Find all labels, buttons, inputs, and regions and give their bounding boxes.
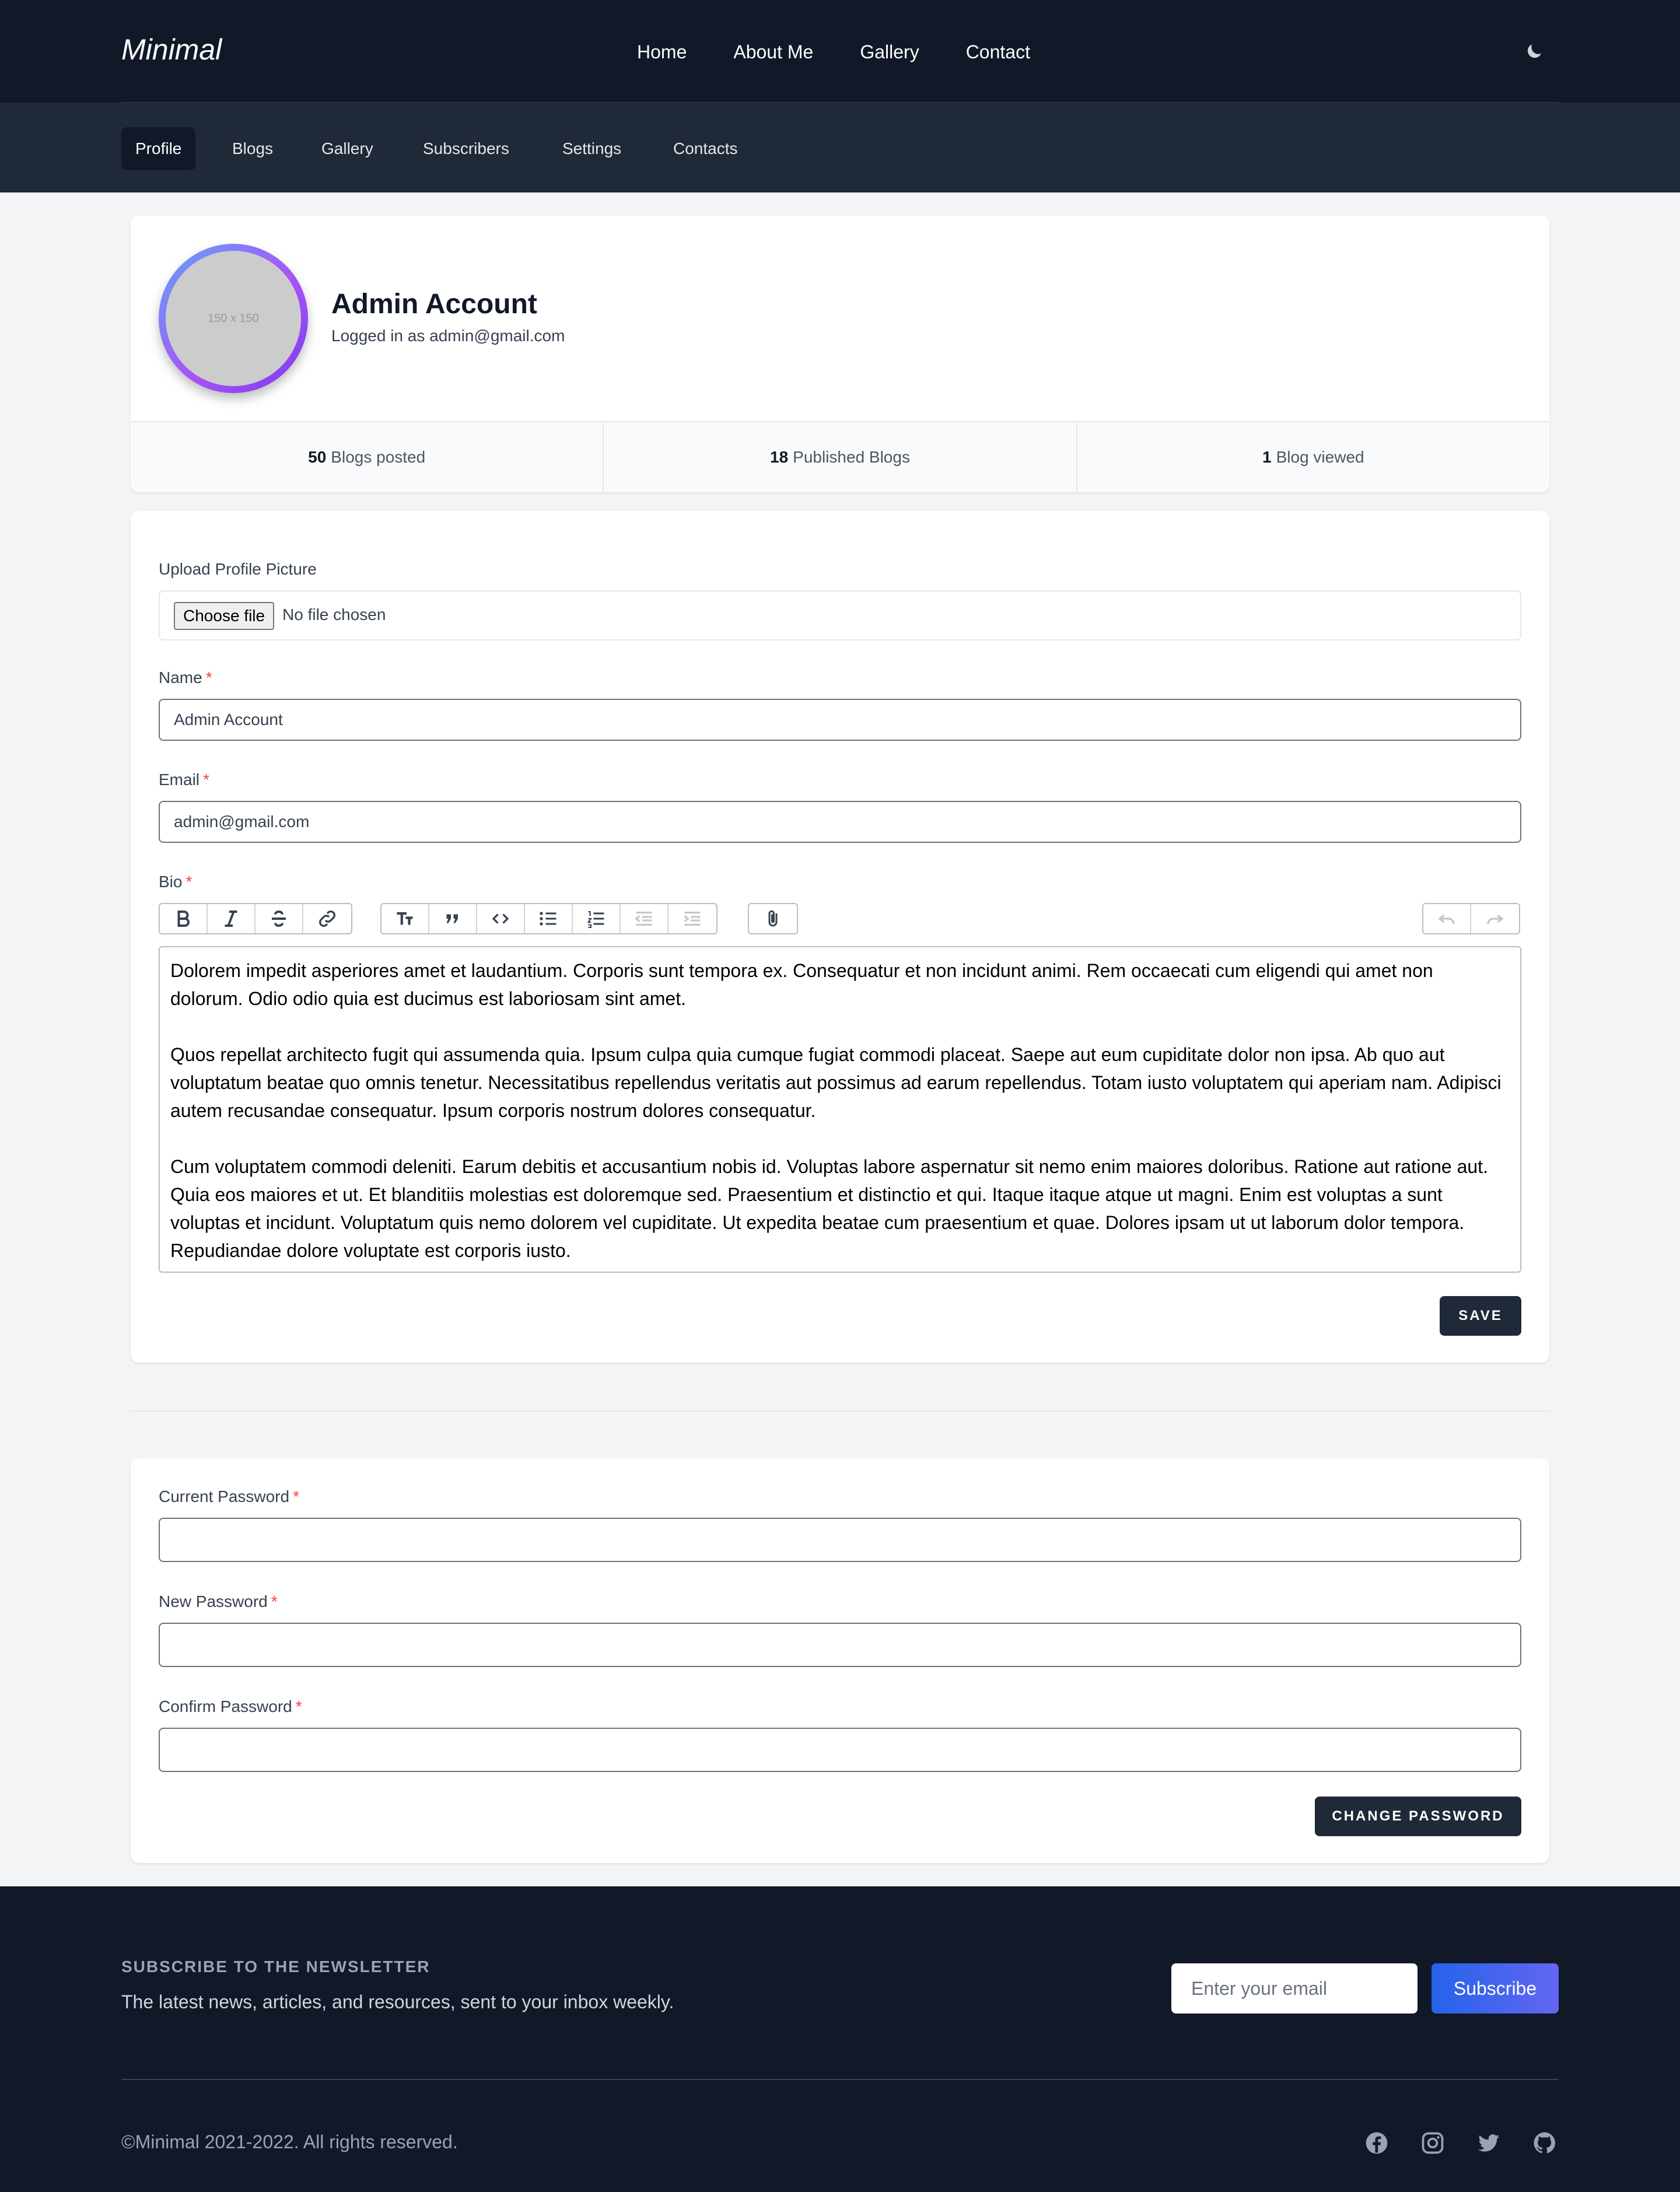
code-icon[interactable] bbox=[477, 904, 525, 933]
tab-gallery[interactable]: Gallery bbox=[307, 127, 387, 170]
current-password-label-text: Current Password bbox=[159, 1487, 290, 1505]
stat-label: Blogs posted bbox=[331, 448, 426, 466]
current-password-field[interactable] bbox=[159, 1518, 1521, 1562]
current-password-label: Current Password * bbox=[159, 1487, 299, 1506]
main-menu: Home About Me Gallery Contact bbox=[637, 38, 1077, 65]
instagram-icon[interactable] bbox=[1420, 2130, 1446, 2156]
bio-paragraph: Quos repellat architecto fugit qui assum… bbox=[170, 1044, 1502, 1121]
required-mark: * bbox=[295, 1697, 302, 1715]
toolbar-history bbox=[1422, 903, 1520, 934]
tab-settings[interactable]: Settings bbox=[548, 127, 635, 170]
profile-stats: 50 Blogs posted 18 Published Blogs 1 Blo… bbox=[131, 421, 1549, 492]
password-card: Current Password * New Password * Confirm … bbox=[131, 1458, 1549, 1863]
stat-blogs-posted: 50 Blogs posted bbox=[131, 422, 604, 492]
facebook-icon[interactable] bbox=[1364, 2130, 1390, 2156]
twitter-icon[interactable] bbox=[1476, 2130, 1502, 2156]
required-mark: * bbox=[293, 1487, 299, 1505]
required-mark: * bbox=[203, 771, 209, 789]
section-divider bbox=[131, 1410, 1549, 1412]
stat-count: 50 bbox=[308, 448, 327, 466]
email-label-text: Email bbox=[159, 771, 200, 789]
confirm-password-field[interactable] bbox=[159, 1728, 1521, 1772]
attach-icon[interactable] bbox=[749, 904, 797, 933]
required-mark: * bbox=[205, 668, 212, 687]
tab-subscribers[interactable]: Subscribers bbox=[409, 127, 523, 170]
brand-logo[interactable]: Minimal bbox=[121, 33, 222, 66]
top-navbar: Minimal Home About Me Gallery Contact bbox=[0, 0, 1680, 103]
stat-count: 18 bbox=[770, 448, 789, 466]
bio-paragraph: Dolorem impedit asperiores amet et lauda… bbox=[170, 960, 1433, 1009]
email-label: Email * bbox=[159, 771, 209, 789]
subscribe-button[interactable]: Subscribe bbox=[1432, 1963, 1559, 2014]
confirm-password-label: Confirm Password * bbox=[159, 1697, 302, 1716]
name-label-text: Name bbox=[159, 668, 202, 687]
save-button[interactable]: SAVE bbox=[1440, 1296, 1521, 1336]
upload-label: Upload Profile Picture bbox=[159, 560, 317, 578]
toolbar-block-styles bbox=[380, 903, 718, 934]
newsletter-description: The latest news, articles, and resources… bbox=[121, 1991, 674, 2012]
email-field[interactable] bbox=[159, 801, 1521, 843]
bio-editor[interactable]: Dolorem impedit asperiores amet et lauda… bbox=[159, 946, 1521, 1273]
avatar: 150 x 150 bbox=[159, 244, 308, 393]
stat-blog-viewed: 1 Blog viewed bbox=[1077, 422, 1549, 492]
stat-published-blogs: 18 Published Blogs bbox=[604, 422, 1077, 492]
github-icon[interactable] bbox=[1532, 2130, 1558, 2156]
profile-card: 150 x 150 Admin Account Logged in as adm… bbox=[131, 216, 1549, 492]
footer: SUBSCRIBE TO THE NEWSLETTER The latest n… bbox=[0, 1886, 1680, 2192]
required-mark: * bbox=[271, 1592, 278, 1610]
avatar-placeholder: 150 x 150 bbox=[166, 251, 301, 386]
required-mark: * bbox=[186, 873, 192, 891]
menu-home[interactable]: Home bbox=[637, 38, 687, 65]
stat-label: Blog viewed bbox=[1276, 448, 1364, 466]
bold-icon[interactable] bbox=[160, 904, 208, 933]
redo-icon[interactable] bbox=[1471, 904, 1519, 933]
tab-blogs[interactable]: Blogs bbox=[218, 127, 287, 170]
confirm-password-label-text: Confirm Password bbox=[159, 1697, 292, 1715]
stat-count: 1 bbox=[1262, 448, 1272, 466]
profile-name: Admin Account bbox=[331, 289, 537, 320]
strikethrough-icon[interactable] bbox=[256, 904, 303, 933]
italic-icon[interactable] bbox=[208, 904, 256, 933]
name-label: Name * bbox=[159, 668, 212, 687]
quote-icon[interactable] bbox=[429, 904, 477, 933]
name-field[interactable] bbox=[159, 699, 1521, 741]
file-status: No file chosen bbox=[282, 605, 386, 624]
menu-contact[interactable]: Contact bbox=[966, 38, 1030, 65]
numbered-list-icon[interactable] bbox=[573, 904, 621, 933]
new-password-field[interactable] bbox=[159, 1623, 1521, 1667]
change-password-button[interactable]: CHANGE PASSWORD bbox=[1315, 1797, 1521, 1836]
menu-gallery[interactable]: Gallery bbox=[860, 38, 919, 65]
file-input[interactable]: Choose file No file chosen bbox=[159, 590, 1521, 640]
footer-divider bbox=[121, 2079, 1559, 2080]
profile-form-card: Upload Profile Picture Choose file No fi… bbox=[131, 511, 1549, 1363]
stat-label: Published Blogs bbox=[793, 448, 910, 466]
undo-icon[interactable] bbox=[1423, 904, 1471, 933]
bio-paragraph: Cum voluptatem commodi deleniti. Earum d… bbox=[170, 1156, 1488, 1261]
bio-label-text: Bio bbox=[159, 873, 183, 891]
toolbar-text-styles bbox=[159, 903, 352, 934]
increase-indent-icon[interactable] bbox=[668, 904, 716, 933]
moon-icon[interactable] bbox=[1524, 41, 1545, 62]
dashboard-tabs: Profile Blogs Gallery Subscribers Settin… bbox=[0, 103, 1680, 192]
tab-contacts[interactable]: Contacts bbox=[659, 127, 752, 170]
copyright-text: ©Minimal 2021-2022. All rights reserved. bbox=[121, 2131, 458, 2152]
heading-icon[interactable] bbox=[382, 904, 429, 933]
toolbar-file-tools bbox=[748, 903, 798, 934]
newsletter-title: SUBSCRIBE TO THE NEWSLETTER bbox=[121, 1958, 430, 1976]
newsletter-email-input[interactable] bbox=[1171, 1963, 1418, 2014]
choose-file-button[interactable]: Choose file bbox=[174, 602, 275, 630]
menu-about-me[interactable]: About Me bbox=[733, 38, 813, 65]
new-password-label: New Password * bbox=[159, 1592, 278, 1611]
link-icon[interactable] bbox=[303, 904, 351, 933]
bio-label: Bio * bbox=[159, 873, 192, 891]
logged-in-text: Logged in as admin@gmail.com bbox=[331, 327, 565, 345]
tab-profile[interactable]: Profile bbox=[121, 127, 196, 170]
bullet-list-icon[interactable] bbox=[525, 904, 573, 933]
new-password-label-text: New Password bbox=[159, 1592, 268, 1610]
decrease-indent-icon[interactable] bbox=[621, 904, 668, 933]
